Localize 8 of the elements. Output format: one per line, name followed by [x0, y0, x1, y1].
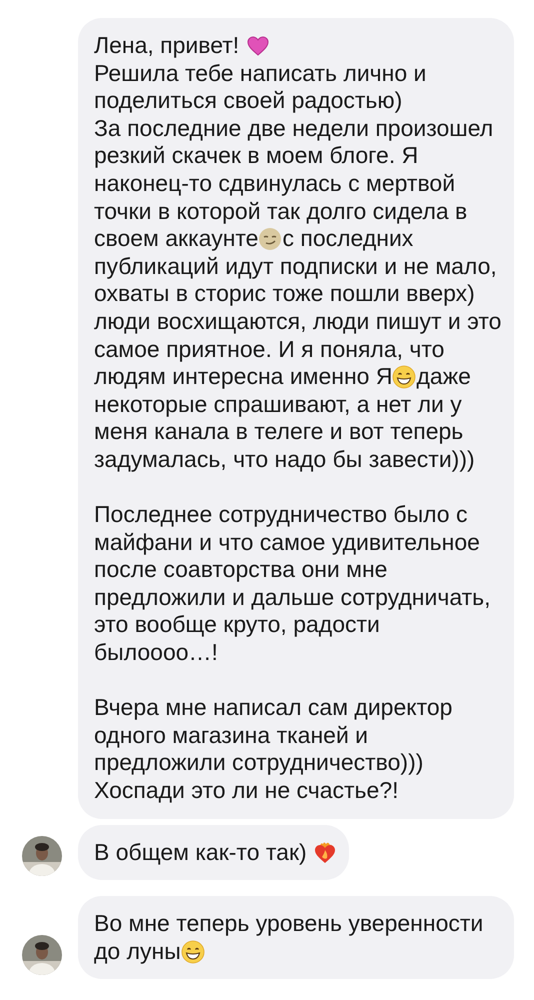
grinning-face-icon	[180, 940, 205, 964]
face-icon	[258, 227, 282, 252]
grinning-face-icon	[392, 365, 416, 390]
heart-icon	[246, 34, 270, 58]
burning-heart-icon	[313, 840, 338, 865]
message-text: Лена, привет! Решила тебе написать лично и поделиться своей радостью) За последние две недели произошел резкий скачек в моем блоге. Я наконец-то сдвинулась с мертвой точки в которой так долго сидела в своем аккаунте с последних публикаций идут подписки и не мало, охваты в сторис тоже пошли вверх) люди восхищаются, люди пишут и это самое приятное. И я поняла, что людям интересна именно Я даже некоторые спрашивают, а нет ли у меня канала в телеге и вот теперь задумалась, что надо бы завести))) Последнее сотрудничество было с майфани и что самое удивительное после соавторства они мне предложили и дальше сотрудничать, это вообще круто, радости былоооо…! Вчера мне написал сам директор одного магазина тканей и предложили сотрудничество))) Хоспади это ли не счастье?!	[94, 32, 502, 805]
message-text: В общем как-то так)	[94, 838, 338, 866]
message-text: Во мне теперь уровень уверенности до луны	[94, 910, 484, 966]
